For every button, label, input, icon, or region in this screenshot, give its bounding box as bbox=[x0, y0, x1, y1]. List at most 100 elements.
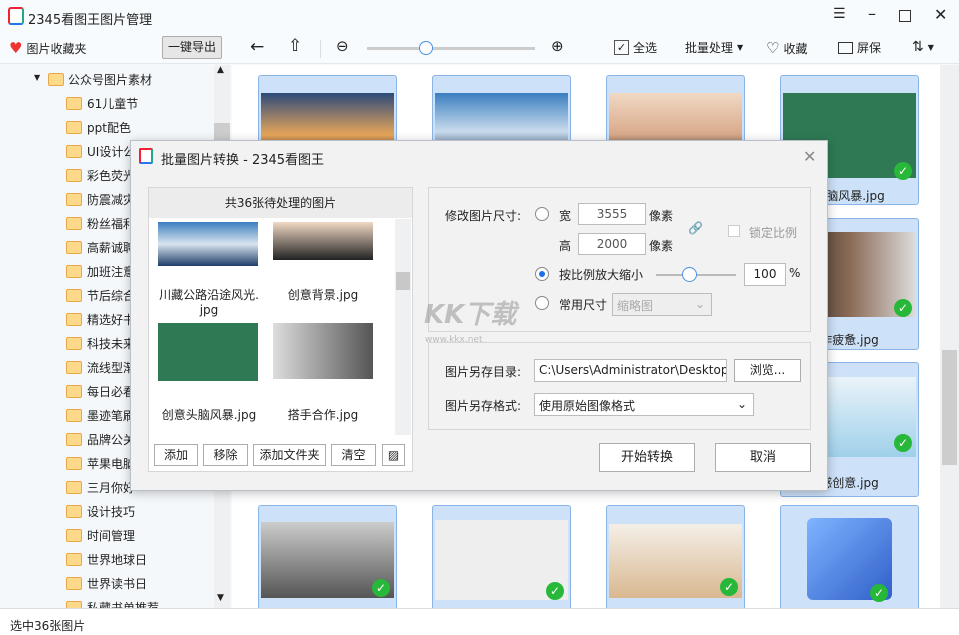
folder-icon bbox=[66, 289, 82, 302]
scroll-thumb[interactable] bbox=[396, 272, 410, 290]
dialog-logo-icon bbox=[139, 148, 153, 164]
dialog-close-button[interactable]: ✕ bbox=[803, 147, 816, 166]
sidebar-folder[interactable]: 墨迹笔刷 bbox=[87, 407, 135, 424]
common-size-select[interactable]: 缩略图 ⌄ bbox=[612, 293, 712, 316]
minimize-button[interactable]: – bbox=[868, 4, 876, 23]
folder-icon bbox=[66, 265, 82, 278]
list-scrollbar[interactable] bbox=[395, 219, 411, 435]
screensaver-button[interactable]: 屏保 bbox=[838, 39, 881, 56]
sort-button[interactable]: ⇅ ▼ bbox=[912, 39, 934, 55]
favorites-button[interactable]: ♥ 图片收藏夹 bbox=[9, 39, 86, 57]
image-card[interactable]: ✓ bbox=[432, 505, 571, 608]
resize-common-radio[interactable] bbox=[535, 296, 549, 310]
back-icon[interactable]: ← bbox=[250, 37, 264, 57]
height-input[interactable]: 2000 bbox=[578, 233, 646, 255]
sidebar-folder[interactable]: ppt配色 bbox=[87, 119, 131, 136]
collect-button[interactable]: ♡ 收藏 bbox=[766, 39, 807, 57]
add-folder-button[interactable]: 添加文件夹 bbox=[253, 444, 326, 466]
folder-icon bbox=[66, 433, 82, 446]
thumbnail[interactable] bbox=[158, 222, 258, 266]
menu-icon[interactable]: ☰ bbox=[833, 6, 846, 22]
folder-icon bbox=[66, 313, 82, 326]
image-view-button[interactable]: ▨ bbox=[382, 444, 405, 466]
status-bar: 选中36张图片 bbox=[0, 608, 959, 635]
folder-icon bbox=[66, 457, 82, 470]
scale-slider[interactable] bbox=[656, 267, 736, 282]
collect-label: 收藏 bbox=[783, 41, 808, 56]
folder-icon bbox=[66, 577, 82, 590]
batch-menu[interactable]: 批量处理 ▼ bbox=[685, 39, 743, 56]
common-size-label: 常用尺寸 bbox=[559, 298, 608, 312]
sidebar-folder[interactable]: 品牌公关 bbox=[87, 431, 135, 448]
zoom-in-icon[interactable]: ⊕ bbox=[551, 37, 564, 55]
list-header: 共36张待处理的图片 bbox=[149, 188, 412, 218]
thumbnail[interactable] bbox=[158, 323, 258, 381]
sidebar-folder[interactable]: 设计技巧 bbox=[87, 503, 135, 520]
scale-input[interactable]: 100 bbox=[744, 263, 786, 286]
dir-input[interactable]: C:\Users\Administrator\Desktop bbox=[534, 359, 727, 382]
sidebar-folder[interactable]: 节后综合 bbox=[87, 287, 135, 304]
zoom-slider-thumb[interactable] bbox=[419, 41, 433, 55]
image-card[interactable]: ✓ bbox=[258, 505, 397, 608]
thumbnail-label: 创意头脑风暴.jpg bbox=[161, 408, 257, 422]
format-select[interactable]: 使用原始图像格式 ⌄ bbox=[534, 393, 754, 416]
scroll-up-icon[interactable]: ▲ bbox=[217, 65, 224, 75]
width-label: 宽 bbox=[559, 209, 572, 223]
link-icon[interactable]: 🔗 bbox=[688, 221, 703, 235]
browse-button[interactable]: 浏览... bbox=[734, 359, 801, 382]
resize-scale-radio[interactable] bbox=[535, 267, 549, 281]
title-bar: 2345看图王图片管理 ☰ – ✕ bbox=[0, 0, 959, 32]
scale-slider-thumb[interactable] bbox=[682, 267, 697, 282]
cancel-button[interactable]: 取消 bbox=[715, 443, 811, 472]
width-input[interactable]: 3555 bbox=[578, 203, 646, 225]
sidebar-folder[interactable]: 防震减灾 bbox=[87, 191, 135, 208]
sidebar-folder[interactable]: 高薪诚聘 bbox=[87, 239, 135, 256]
start-convert-button[interactable]: 开始转换 bbox=[599, 443, 695, 472]
up-icon[interactable]: ⇧ bbox=[288, 36, 302, 56]
sidebar-folder[interactable]: 61儿童节 bbox=[87, 95, 138, 112]
sidebar-folder[interactable]: 世界地球日 bbox=[87, 551, 147, 568]
clear-button[interactable]: 清空 bbox=[331, 444, 376, 466]
zoom-slider[interactable] bbox=[367, 41, 535, 55]
expand-arrow-icon[interactable]: ▼ bbox=[34, 73, 40, 82]
maximize-button[interactable] bbox=[899, 10, 911, 22]
image-icon: ▨ bbox=[387, 448, 400, 462]
tree-root[interactable]: 公众号图片素材 bbox=[68, 71, 152, 88]
chevron-down-icon: ⌄ bbox=[736, 397, 747, 411]
sidebar-folder[interactable]: 时间管理 bbox=[87, 527, 135, 544]
sidebar-folder[interactable]: 三月你好 bbox=[87, 479, 135, 496]
sidebar-folder[interactable]: 每日必看 bbox=[87, 383, 135, 400]
image-card[interactable]: ✓ bbox=[606, 505, 745, 608]
sidebar-folder[interactable]: 私藏书单推荐 bbox=[87, 599, 159, 608]
resize-custom-radio[interactable] bbox=[535, 207, 549, 221]
close-button[interactable]: ✕ bbox=[934, 5, 947, 24]
watermark-logo: KK下载 bbox=[424, 300, 517, 330]
grid-scrollbar[interactable] bbox=[940, 65, 959, 608]
sidebar-folder[interactable]: UI设计公 bbox=[87, 143, 135, 160]
sidebar-folder[interactable]: 彩色荧光 bbox=[87, 167, 135, 184]
thumbnail[interactable] bbox=[273, 222, 373, 260]
lock-ratio-checkbox[interactable] bbox=[728, 225, 740, 237]
scroll-thumb[interactable] bbox=[942, 350, 957, 465]
select-all-checkbox[interactable]: ✓ 全选 bbox=[614, 39, 657, 56]
remove-button[interactable]: 移除 bbox=[203, 444, 248, 466]
monitor-icon bbox=[838, 41, 853, 54]
caret-down-icon: ▼ bbox=[737, 43, 744, 52]
height-label: 高 bbox=[559, 239, 572, 253]
thumbnail[interactable] bbox=[273, 323, 373, 379]
sidebar-folder[interactable]: 加班注意 bbox=[87, 263, 135, 280]
chevron-down-icon: ⌄ bbox=[694, 297, 705, 311]
image-card[interactable]: ✓ bbox=[780, 505, 919, 608]
sidebar-folder[interactable]: 科技未来 bbox=[87, 335, 135, 352]
sidebar-folder[interactable]: 世界读书日 bbox=[87, 575, 147, 592]
sidebar-folder[interactable]: 苹果电脑 bbox=[87, 455, 135, 472]
export-button[interactable]: 一键导出 bbox=[162, 36, 222, 59]
sidebar-folder[interactable]: 流线型渐 bbox=[87, 359, 135, 376]
percent-label: % bbox=[789, 266, 801, 280]
add-button[interactable]: 添加 bbox=[154, 444, 198, 466]
check-icon: ✓ bbox=[894, 162, 912, 180]
scroll-down-icon[interactable]: ▼ bbox=[217, 593, 224, 603]
zoom-out-icon[interactable]: ⊖ bbox=[336, 37, 349, 55]
sidebar-folder[interactable]: 精选好书 bbox=[87, 311, 135, 328]
sidebar-folder[interactable]: 粉丝福利 bbox=[87, 215, 135, 232]
